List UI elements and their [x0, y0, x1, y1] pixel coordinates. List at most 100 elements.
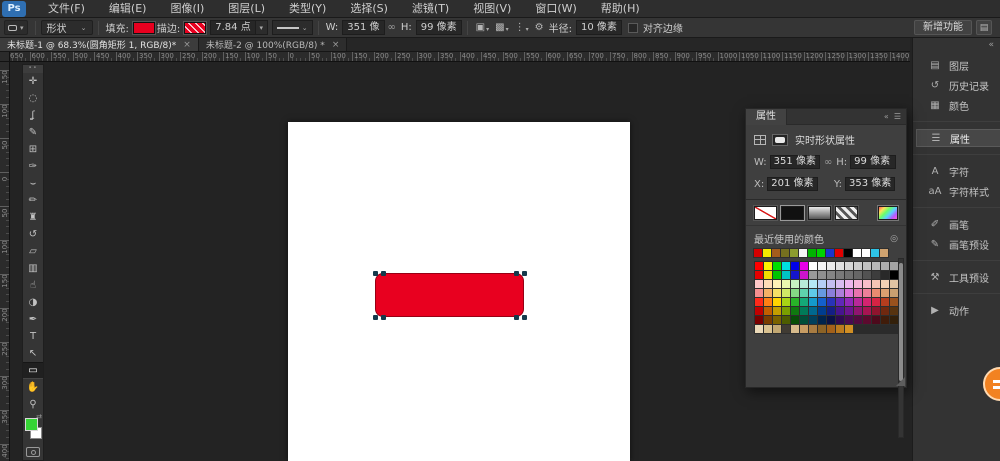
color-swatch[interactable] — [836, 298, 844, 306]
color-swatch[interactable] — [755, 316, 763, 324]
color-swatch[interactable] — [818, 316, 826, 324]
menu-item-filter[interactable]: 滤镜(T) — [400, 0, 461, 18]
color-swatch[interactable] — [863, 289, 871, 297]
dock-item-tool-presets[interactable]: ⚒工具预设 — [913, 268, 1000, 286]
shape-anchor[interactable] — [522, 315, 527, 320]
color-swatch[interactable] — [764, 307, 772, 315]
dock-item-character[interactable]: A字符 — [913, 162, 1000, 180]
dock-item-actions[interactable]: ▶动作 — [913, 301, 1000, 319]
color-swatch[interactable] — [854, 262, 862, 270]
path-operations-icon[interactable]: ▣▾ — [476, 22, 489, 33]
scrollbar[interactable] — [898, 258, 904, 438]
color-swatch[interactable] — [836, 307, 844, 315]
color-swatch[interactable] — [773, 280, 781, 288]
lasso-tool[interactable]: ʆ — [23, 107, 43, 124]
color-swatch[interactable] — [764, 280, 772, 288]
color-swatch[interactable] — [836, 316, 844, 324]
color-swatch[interactable] — [809, 307, 817, 315]
link-dimensions-icon[interactable]: ∞ — [388, 22, 396, 33]
color-swatch[interactable] — [863, 316, 871, 324]
color-swatch[interactable] — [863, 271, 871, 279]
color-swatch[interactable] — [872, 307, 880, 315]
color-swatch[interactable] — [835, 249, 843, 257]
color-swatch[interactable] — [782, 262, 790, 270]
color-swatch[interactable] — [755, 280, 763, 288]
brush-tool[interactable]: ✏ — [23, 192, 43, 209]
smudge-tool[interactable]: ☝ — [23, 277, 43, 294]
dock-item-properties[interactable]: ☰属性 — [916, 129, 1000, 147]
shape-anchor[interactable] — [514, 271, 519, 276]
color-swatch[interactable] — [818, 271, 826, 279]
color-swatch[interactable] — [755, 262, 763, 270]
color-swatch[interactable] — [773, 316, 781, 324]
color-swatch[interactable] — [863, 307, 871, 315]
color-swatch[interactable] — [854, 289, 862, 297]
gradient-button[interactable] — [808, 206, 831, 220]
color-swatch[interactable] — [881, 298, 889, 306]
quick-mask-icon[interactable] — [26, 447, 40, 457]
color-swatch[interactable] — [781, 249, 789, 257]
color-swatch[interactable] — [872, 262, 880, 270]
shape-anchor[interactable] — [373, 315, 378, 320]
color-swatch[interactable] — [764, 325, 772, 333]
color-swatch[interactable] — [782, 325, 790, 333]
color-swatch[interactable] — [854, 298, 862, 306]
solid-color-button[interactable] — [781, 206, 804, 220]
menu-item-help[interactable]: 帮助(H) — [589, 0, 652, 18]
color-swatch[interactable] — [782, 289, 790, 297]
color-swatch[interactable] — [854, 307, 862, 315]
color-swatch[interactable] — [890, 289, 898, 297]
stroke-width-dropdown[interactable]: ▾ — [256, 20, 268, 35]
shape-anchor[interactable] — [373, 271, 378, 276]
color-swatch[interactable] — [818, 307, 826, 315]
color-swatch[interactable] — [827, 271, 835, 279]
type-tool[interactable]: T — [23, 328, 43, 345]
color-swatch[interactable] — [791, 262, 799, 270]
color-swatch[interactable] — [755, 325, 763, 333]
color-swatch[interactable] — [791, 316, 799, 324]
color-swatch[interactable] — [862, 249, 870, 257]
color-swatch[interactable] — [890, 262, 898, 270]
color-swatch[interactable] — [845, 316, 853, 324]
shape-anchor[interactable] — [522, 271, 527, 276]
color-swatch[interactable] — [763, 249, 771, 257]
color-swatch[interactable] — [800, 271, 808, 279]
color-swatch[interactable] — [791, 289, 799, 297]
color-swatch[interactable] — [863, 280, 871, 288]
stroke-width-field[interactable]: 7.84 点 — [210, 20, 255, 35]
dock-item-character-styles[interactable]: aA字符样式 — [913, 182, 1000, 200]
color-swatch[interactable] — [800, 316, 808, 324]
color-swatch[interactable] — [818, 325, 826, 333]
dodge-tool[interactable]: ◑ — [23, 294, 43, 311]
menu-item-layer[interactable]: 图层(L) — [216, 0, 277, 18]
color-swatch[interactable] — [773, 262, 781, 270]
color-swatch[interactable] — [791, 298, 799, 306]
color-swatch[interactable] — [881, 280, 889, 288]
workspace-menu-icon[interactable]: ▤ — [976, 20, 992, 35]
color-swatch[interactable] — [827, 307, 835, 315]
color-swatch[interactable] — [755, 307, 763, 315]
resize-grip[interactable] — [896, 377, 905, 386]
color-swatch[interactable] — [791, 307, 799, 315]
document-tab-2[interactable]: 未标题-2 @ 100%(RGB/8) *× — [199, 38, 348, 51]
move-tool[interactable]: ✛ — [23, 73, 43, 90]
workspace-switcher-button[interactable]: 新增功能 — [914, 20, 972, 35]
color-swatch[interactable] — [791, 325, 799, 333]
align-edges-checkbox[interactable] — [628, 23, 638, 33]
color-swatch[interactable] — [890, 271, 898, 279]
color-swatch[interactable] — [782, 298, 790, 306]
color-swatch[interactable] — [782, 271, 790, 279]
color-swatch[interactable] — [845, 271, 853, 279]
color-swatch[interactable] — [863, 298, 871, 306]
rectangle-tool[interactable]: ▭ — [23, 362, 43, 379]
shape-x-field[interactable]: 201 像素 — [767, 177, 817, 191]
color-swatch[interactable] — [845, 307, 853, 315]
color-swatch[interactable] — [764, 298, 772, 306]
width-field[interactable]: 351 像 — [342, 20, 384, 35]
color-swatch[interactable] — [809, 298, 817, 306]
shape-anchor[interactable] — [381, 271, 386, 276]
color-swatch[interactable] — [800, 298, 808, 306]
color-swatch[interactable] — [817, 249, 825, 257]
color-picker-icon[interactable] — [878, 206, 898, 220]
color-swatch[interactable] — [800, 262, 808, 270]
